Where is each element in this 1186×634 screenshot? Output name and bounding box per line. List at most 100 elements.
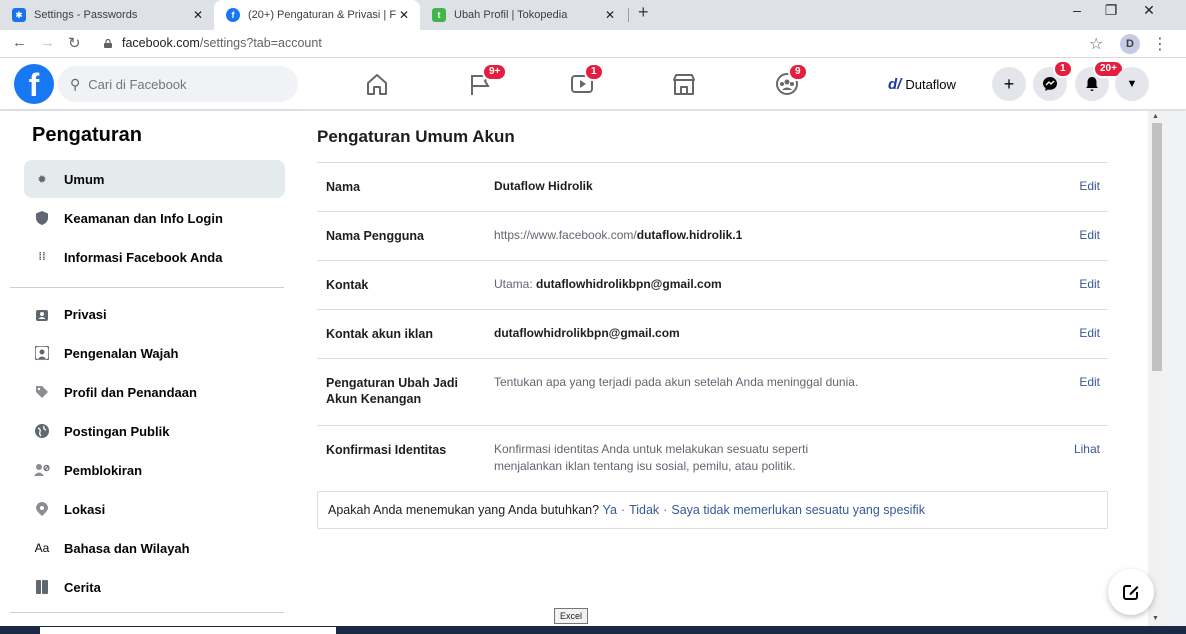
close-window-icon[interactable]: ✕ (1134, 2, 1164, 19)
setting-label: Nama Pengguna (326, 229, 424, 243)
edit-link[interactable]: Edit (1079, 326, 1100, 340)
feedback-yes-link[interactable]: Ya (603, 503, 617, 517)
pages-nav[interactable]: 9+ (466, 63, 508, 98)
sidebar-item-lokasi[interactable]: Lokasi (24, 490, 285, 528)
tab-tokopedia[interactable]: t Ubah Profil | Tokopedia ✕ (420, 0, 626, 30)
setting-label: Nama (326, 180, 361, 194)
edit-link[interactable]: Edit (1079, 228, 1100, 242)
browser-menu-icon[interactable]: ⋮ (1152, 34, 1168, 54)
tab-title: (20+) Pengaturan & Privasi | Face (248, 9, 396, 21)
setting-row-konfirmasi-identitas[interactable]: Konfirmasi Identitas Konfirmasi identita… (317, 426, 1108, 490)
reload-icon[interactable]: ↻ (68, 34, 81, 52)
facebook-logo[interactable]: f (14, 64, 54, 104)
minimize-icon[interactable]: – (1062, 2, 1092, 18)
setting-label: Pengaturan Ubah Jadi Akun Kenangan (326, 376, 458, 406)
groups-badge: 9 (788, 63, 808, 81)
setting-label: Kontak akun iklan (326, 327, 433, 341)
sidebar-item-privasi[interactable]: Privasi (24, 295, 285, 333)
tokopedia-favicon-icon: t (432, 8, 446, 22)
sidebar-item-pemblokiran[interactable]: Pemblokiran (24, 451, 285, 489)
profile-shortcut[interactable]: d/ Dutaflow (888, 72, 956, 96)
notifications-button[interactable]: 20+ (1075, 60, 1124, 101)
aa-icon: Aa (34, 541, 50, 555)
account-menu-button[interactable]: ▼ (1115, 67, 1149, 101)
scroll-down-arrow-icon[interactable]: ▼ (1152, 615, 1159, 622)
setting-row-akun-kenangan[interactable]: Pengaturan Ubah Jadi Akun Kenangan Tentu… (317, 359, 1108, 425)
search-icon: ⚲ (70, 75, 81, 92)
feedback-not-specific-link[interactable]: Saya tidak memerlukan sesuatu yang spesi… (671, 503, 925, 517)
new-message-button[interactable] (1108, 569, 1154, 615)
scrollbar-thumb[interactable] (1152, 123, 1162, 371)
sidebar-item-label: Umum (64, 171, 105, 187)
pages-badge: 9+ (482, 63, 508, 81)
browser-profile-avatar[interactable]: D (1120, 34, 1140, 54)
page-scrollbar[interactable]: ▲ ▼ (1148, 111, 1165, 626)
browser-tab-strip: ✱ Settings - Passwords ✕ f (20+) Pengatu… (0, 0, 1186, 30)
edit-link[interactable]: Edit (1079, 277, 1100, 291)
view-link[interactable]: Lihat (1074, 442, 1100, 456)
watch-nav[interactable]: 1 (568, 63, 604, 98)
tag-icon (34, 384, 50, 400)
url-field[interactable]: facebook.com/settings?tab=account (122, 36, 322, 50)
bookmark-star-icon[interactable]: ☆ (1089, 34, 1103, 54)
lock-icon[interactable] (104, 39, 112, 48)
sidebar-item-cerita[interactable]: Cerita (24, 568, 285, 606)
globe-icon (34, 423, 50, 439)
forward-arrow-icon[interactable]: → (40, 34, 55, 51)
profile-name: Dutaflow (905, 76, 956, 92)
sidebar-item-profil-penandaan[interactable]: Profil dan Penandaan (24, 373, 285, 411)
gear-icon: ✹ (37, 173, 47, 186)
sidebar-item-label: Cerita (64, 579, 101, 595)
new-tab-button[interactable]: + (638, 2, 649, 23)
search-box[interactable]: ⚲ (58, 66, 298, 102)
settings-gear-icon: ✱ (12, 8, 26, 22)
close-tab-icon[interactable]: ✕ (396, 8, 412, 22)
tab-facebook-settings[interactable]: f (20+) Pengaturan & Privasi | Face ✕ (214, 0, 420, 30)
create-plus-button[interactable]: + (992, 67, 1026, 101)
search-input[interactable] (88, 76, 269, 92)
sidebar-item-pengenalan-wajah[interactable]: Pengenalan Wajah (24, 334, 285, 372)
value-bold: dutaflowhidrolikbpn@gmail.com (536, 277, 722, 291)
sidebar-item-label: Lokasi (64, 501, 106, 517)
lock-person-icon (34, 306, 50, 322)
value-bold: dutaflow.hidrolik.1 (636, 228, 743, 242)
close-tab-icon[interactable]: ✕ (602, 8, 618, 22)
setting-value: https://www.facebook.com/dutaflow.hidrol… (494, 227, 742, 244)
feedback-bar: Apakah Anda menemukan yang Anda butuhkan… (317, 491, 1108, 529)
feedback-separator: · (663, 503, 668, 517)
restore-icon[interactable]: ❐ (1096, 2, 1126, 19)
messenger-button[interactable]: 1 (1033, 60, 1073, 101)
sidebar-item-label: Pengenalan Wajah (64, 345, 179, 361)
home-icon[interactable] (362, 70, 392, 98)
sidebar-divider (10, 287, 284, 288)
taskbar-search[interactable] (40, 627, 336, 634)
edit-link[interactable]: Edit (1079, 375, 1100, 389)
setting-row-nama-pengguna[interactable]: Nama Pengguna https://www.facebook.com/d… (317, 212, 1108, 260)
block-user-icon (34, 462, 50, 478)
sidebar-item-label: Pemblokiran (64, 462, 143, 478)
groups-nav[interactable]: 9 (772, 63, 808, 98)
scroll-up-arrow-icon[interactable]: ▲ (1152, 113, 1159, 120)
setting-row-kontak[interactable]: Kontak Utama: dutaflowhidrolikbpn@gmail.… (317, 261, 1108, 309)
compose-icon (1123, 585, 1139, 600)
face-icon (34, 345, 50, 361)
marketplace-icon[interactable] (669, 70, 699, 98)
location-pin-icon (34, 501, 50, 517)
sidebar-item-informasi[interactable]: ⁞⁞ Informasi Facebook Anda (24, 238, 285, 276)
sidebar-item-label: Informasi Facebook Anda (64, 249, 223, 265)
setting-row-nama[interactable]: Nama Dutaflow Hidrolik Edit (317, 163, 1108, 211)
sidebar-item-bahasa-wilayah[interactable]: Aa Bahasa dan Wilayah (24, 529, 285, 567)
book-icon (34, 579, 50, 595)
feedback-no-link[interactable]: Tidak (629, 503, 659, 517)
setting-row-kontak-iklan[interactable]: Kontak akun iklan dutaflowhidrolikbpn@gm… (317, 310, 1108, 358)
messenger-icon (1043, 77, 1057, 91)
close-tab-icon[interactable]: ✕ (190, 8, 206, 22)
sidebar-item-keamanan[interactable]: Keamanan dan Info Login (24, 199, 285, 237)
setting-value: Dutaflow Hidrolik (494, 179, 593, 193)
edit-link[interactable]: Edit (1079, 179, 1100, 193)
sidebar-item-label: Profil dan Penandaan (64, 384, 197, 400)
tab-settings-passwords[interactable]: ✱ Settings - Passwords ✕ (0, 0, 214, 30)
sidebar-item-umum[interactable]: ✹ Umum (24, 160, 285, 198)
sidebar-item-postingan-publik[interactable]: Postingan Publik (24, 412, 285, 450)
back-arrow-icon[interactable]: ← (12, 34, 27, 51)
